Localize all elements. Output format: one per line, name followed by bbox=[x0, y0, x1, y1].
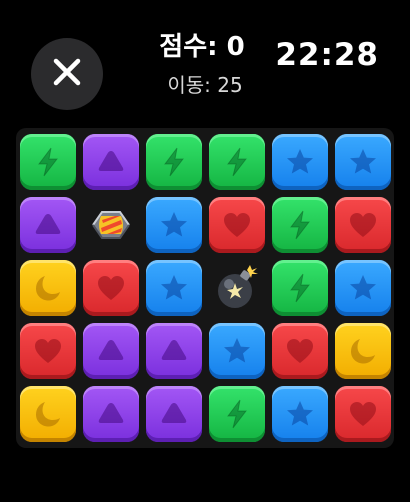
tile-face bbox=[83, 386, 139, 442]
star-icon bbox=[346, 145, 380, 179]
tile-face bbox=[272, 386, 328, 442]
tile-face bbox=[335, 197, 391, 253]
tile-face bbox=[83, 323, 139, 379]
striped-candy-tile[interactable] bbox=[82, 196, 140, 254]
game-board bbox=[16, 128, 394, 448]
score-label: 점수: bbox=[159, 32, 218, 62]
red-heart-tile[interactable] bbox=[334, 196, 392, 254]
purple-triangle-tile[interactable] bbox=[82, 385, 140, 443]
purple-triangle-tile[interactable] bbox=[145, 322, 203, 380]
tile-face bbox=[335, 323, 391, 379]
triangle-icon bbox=[157, 397, 191, 431]
bomb-icon bbox=[211, 262, 263, 314]
tile-face bbox=[20, 197, 76, 253]
tile-face bbox=[20, 260, 76, 316]
green-bolt-tile[interactable] bbox=[145, 133, 203, 191]
star-icon bbox=[283, 145, 317, 179]
blue-star-tile[interactable] bbox=[145, 196, 203, 254]
blue-star-tile[interactable] bbox=[334, 259, 392, 317]
red-heart-tile[interactable] bbox=[208, 196, 266, 254]
heart-icon bbox=[346, 397, 380, 431]
striped-candy-icon bbox=[85, 199, 137, 251]
tile-face bbox=[20, 386, 76, 442]
star-icon bbox=[157, 208, 191, 242]
crescent-moon-icon bbox=[31, 271, 65, 305]
purple-triangle-tile[interactable] bbox=[82, 133, 140, 191]
red-heart-tile[interactable] bbox=[19, 322, 77, 380]
green-bolt-tile[interactable] bbox=[271, 259, 329, 317]
green-bolt-tile[interactable] bbox=[208, 385, 266, 443]
purple-triangle-tile[interactable] bbox=[82, 322, 140, 380]
clock: 22:28 bbox=[275, 37, 379, 73]
tile-face bbox=[146, 386, 202, 442]
star-icon bbox=[157, 271, 191, 305]
green-bolt-tile[interactable] bbox=[19, 133, 77, 191]
star-icon bbox=[346, 271, 380, 305]
tile-face bbox=[272, 197, 328, 253]
purple-triangle-tile[interactable] bbox=[19, 196, 77, 254]
yellow-moon-tile[interactable] bbox=[19, 385, 77, 443]
crescent-moon-icon bbox=[346, 334, 380, 368]
tile-face bbox=[83, 197, 139, 253]
star-icon bbox=[220, 334, 254, 368]
tile-face bbox=[272, 323, 328, 379]
lightning-bolt-icon bbox=[31, 145, 65, 179]
tile-face bbox=[146, 197, 202, 253]
tile-face bbox=[209, 260, 265, 316]
triangle-icon bbox=[94, 145, 128, 179]
yellow-moon-tile[interactable] bbox=[19, 259, 77, 317]
moves-label: 이동: bbox=[167, 73, 211, 97]
score-value: 0 bbox=[226, 32, 245, 62]
tile-face bbox=[209, 134, 265, 190]
crescent-moon-icon bbox=[31, 397, 65, 431]
blue-star-tile[interactable] bbox=[271, 133, 329, 191]
star-icon bbox=[283, 397, 317, 431]
lightning-bolt-icon bbox=[220, 397, 254, 431]
tile-face bbox=[20, 323, 76, 379]
purple-triangle-tile[interactable] bbox=[145, 385, 203, 443]
blue-star-tile[interactable] bbox=[334, 133, 392, 191]
blue-star-tile[interactable] bbox=[145, 259, 203, 317]
red-heart-tile[interactable] bbox=[334, 385, 392, 443]
red-heart-tile[interactable] bbox=[271, 322, 329, 380]
tile-face bbox=[209, 323, 265, 379]
bomb-tile[interactable] bbox=[208, 259, 266, 317]
tile-face bbox=[272, 134, 328, 190]
yellow-moon-tile[interactable] bbox=[334, 322, 392, 380]
heart-icon bbox=[31, 334, 65, 368]
lightning-bolt-icon bbox=[157, 145, 191, 179]
green-bolt-tile[interactable] bbox=[208, 133, 266, 191]
triangle-icon bbox=[94, 397, 128, 431]
red-heart-tile[interactable] bbox=[82, 259, 140, 317]
heart-icon bbox=[283, 334, 317, 368]
blue-star-tile[interactable] bbox=[208, 322, 266, 380]
green-bolt-tile[interactable] bbox=[271, 196, 329, 254]
heart-icon bbox=[94, 271, 128, 305]
tile-face bbox=[209, 197, 265, 253]
tile-face bbox=[209, 386, 265, 442]
tile-face bbox=[83, 260, 139, 316]
tile-face bbox=[335, 260, 391, 316]
tile-face bbox=[20, 134, 76, 190]
lightning-bolt-icon bbox=[220, 145, 254, 179]
lightning-bolt-icon bbox=[283, 271, 317, 305]
tile-face bbox=[83, 134, 139, 190]
tile-face bbox=[146, 323, 202, 379]
heart-icon bbox=[220, 208, 254, 242]
heart-icon bbox=[346, 208, 380, 242]
tile-face bbox=[335, 134, 391, 190]
tile-face bbox=[146, 260, 202, 316]
triangle-icon bbox=[31, 208, 65, 242]
moves-value: 25 bbox=[217, 73, 243, 97]
lightning-bolt-icon bbox=[283, 208, 317, 242]
tile-face bbox=[146, 134, 202, 190]
moves-display: 이동: 25 bbox=[0, 69, 410, 98]
triangle-icon bbox=[157, 334, 191, 368]
blue-star-tile[interactable] bbox=[271, 385, 329, 443]
tile-face bbox=[272, 260, 328, 316]
tile-face bbox=[335, 386, 391, 442]
triangle-icon bbox=[94, 334, 128, 368]
